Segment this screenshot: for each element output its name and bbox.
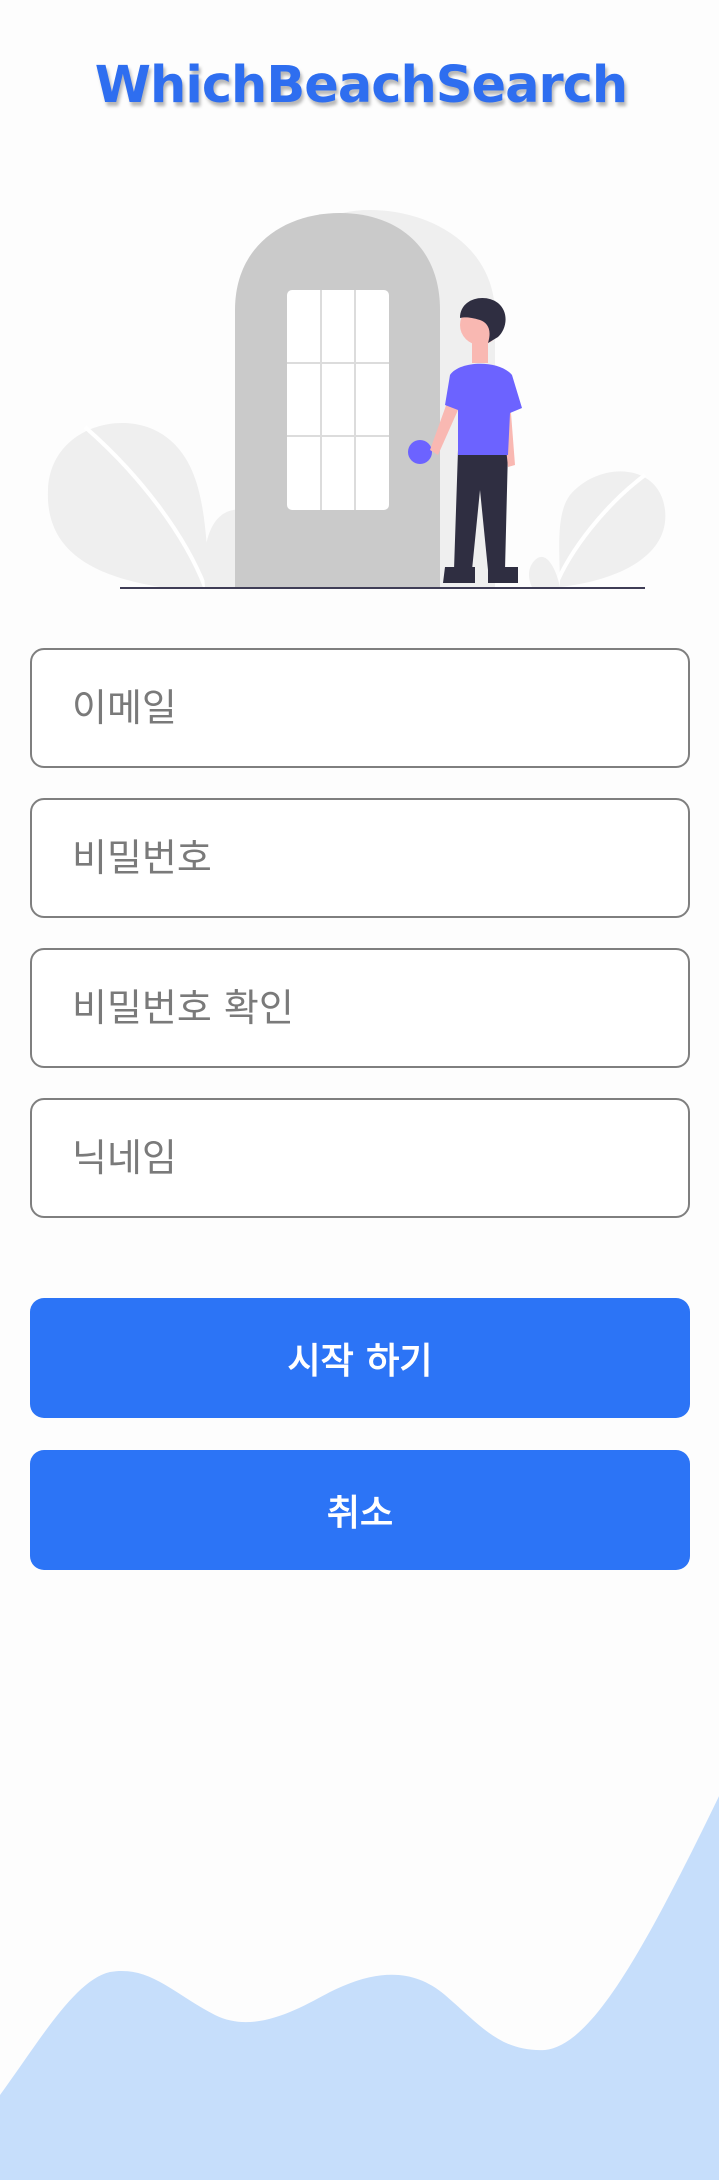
start-button[interactable]: 시작 하기 [30, 1298, 690, 1418]
door-illustration-icon [47, 210, 666, 589]
cancel-button[interactable]: 취소 [30, 1450, 690, 1570]
background-wave [0, 1790, 722, 2180]
password-field[interactable] [30, 798, 690, 918]
app-title: WhichBeachSearch [94, 56, 628, 115]
nickname-field[interactable] [30, 1098, 690, 1218]
signup-form [30, 648, 690, 1248]
signup-page: WhichBeachSearch 이메일 닉네임 시작 하기 취소 [0, 0, 722, 2180]
email-field[interactable] [30, 648, 690, 768]
password-confirm-field[interactable] [30, 948, 690, 1068]
